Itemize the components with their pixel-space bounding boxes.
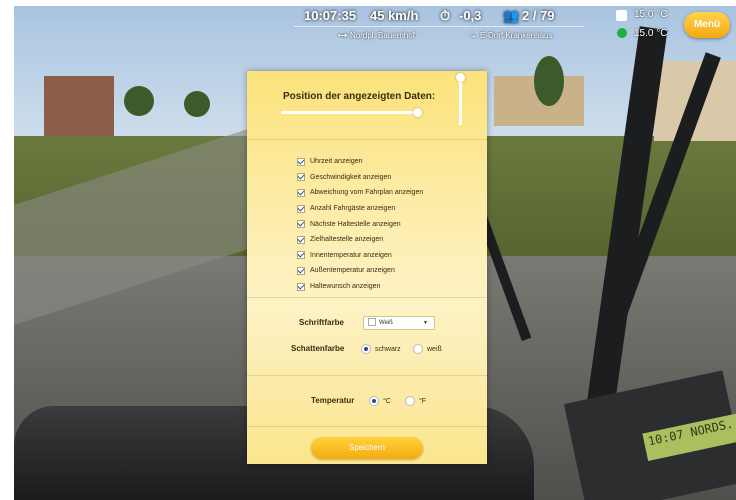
divider <box>247 426 487 427</box>
horizontal-slider-handle[interactable] <box>413 108 422 117</box>
checkbox-time[interactable]: Uhrzeit anzeigen <box>297 154 423 170</box>
checkbox-outside-temp[interactable]: Außentemperatur anzeigen <box>297 263 423 279</box>
tree <box>534 56 564 106</box>
checkbox-stop-request[interactable]: Haltewunsch anzeigen <box>297 279 423 295</box>
checkbox-schedule-deviation[interactable]: Abweichung vom Fahrplan anzeigen <box>297 185 423 201</box>
temperature-label: Temperatur <box>311 396 355 405</box>
divider <box>247 375 487 376</box>
radio-icon[interactable] <box>361 344 371 354</box>
display-settings-panel: Position der angezeigten Daten: Uhrzeit … <box>247 71 487 464</box>
checkbox-destination[interactable]: Zielhaltestelle anzeigen <box>297 232 423 248</box>
bus-icon <box>616 10 627 21</box>
people-icon: 👥 <box>503 8 520 23</box>
hud-passengers: 2 / 79 <box>522 8 555 23</box>
checkbox-next-stop[interactable]: Nächste Haltestelle anzeigen <box>297 216 423 232</box>
stopwatch-icon: ⏱ <box>440 8 451 23</box>
status-dot-icon <box>617 28 627 38</box>
checkbox-icon[interactable] <box>297 173 305 182</box>
position-title: Position der angezeigten Daten: <box>283 91 436 102</box>
hud-delay: -0,3 <box>459 8 482 23</box>
vertical-position-slider[interactable] <box>459 77 462 125</box>
turn-arrow-icon: ↳ <box>470 31 477 40</box>
hud-divider <box>294 26 584 27</box>
checkbox-inside-temp[interactable]: Innentemperatur anzeigen <box>297 248 423 264</box>
checkbox-icon[interactable] <box>297 220 305 229</box>
radio-celsius[interactable]: °C <box>369 396 391 406</box>
hud-speed: 45 km/h <box>370 8 419 23</box>
checkbox-icon[interactable] <box>297 282 305 291</box>
hud-next-stop: Nordpl. Bauernhof <box>350 31 415 40</box>
tree <box>124 86 154 116</box>
outside-temperature: 15.0 °C <box>634 28 668 39</box>
inside-temperature: 15.0 °C <box>634 9 668 20</box>
tree <box>184 91 210 117</box>
checkbox-icon[interactable] <box>297 204 305 213</box>
font-color-select[interactable]: Weiß ▼ <box>363 316 435 330</box>
building-left <box>44 76 114 136</box>
color-swatch <box>368 318 376 327</box>
chevron-down-icon: ▼ <box>423 320 428 326</box>
divider <box>247 139 487 140</box>
radio-icon[interactable] <box>405 396 415 406</box>
checkbox-icon[interactable] <box>297 157 305 166</box>
save-button[interactable]: Speichern <box>311 437 423 459</box>
checkbox-speed[interactable]: Geschwindigkeit anzeigen <box>297 170 423 186</box>
radio-shadow-white[interactable]: weiß <box>413 344 442 354</box>
hud-time: 10:07:35 <box>304 8 357 23</box>
radio-fahrenheit[interactable]: °F <box>405 396 426 406</box>
radio-icon[interactable] <box>369 396 379 406</box>
menu-button[interactable]: Menü <box>684 12 730 38</box>
checkbox-icon[interactable] <box>297 235 305 244</box>
display-options-list: Uhrzeit anzeigen Geschwindigkeit anzeige… <box>297 154 423 294</box>
radio-shadow-black[interactable]: schwarz <box>361 344 401 354</box>
arrow-icon: •➔ <box>338 31 348 40</box>
shadow-color-label: Schattenfarbe <box>291 344 345 353</box>
font-color-label: Schriftfarbe <box>299 318 344 327</box>
divider <box>247 297 487 298</box>
checkbox-passenger-count[interactable]: Anzahl Fahrgäste anzeigen <box>297 201 423 217</box>
horizontal-position-slider[interactable] <box>281 111 417 114</box>
checkbox-icon[interactable] <box>297 188 305 197</box>
radio-icon[interactable] <box>413 344 423 354</box>
vertical-slider-handle[interactable] <box>456 73 465 82</box>
checkbox-icon[interactable] <box>297 266 305 275</box>
hud-destination: E-Dorf Krankenhaus <box>480 31 553 40</box>
checkbox-icon[interactable] <box>297 251 305 260</box>
